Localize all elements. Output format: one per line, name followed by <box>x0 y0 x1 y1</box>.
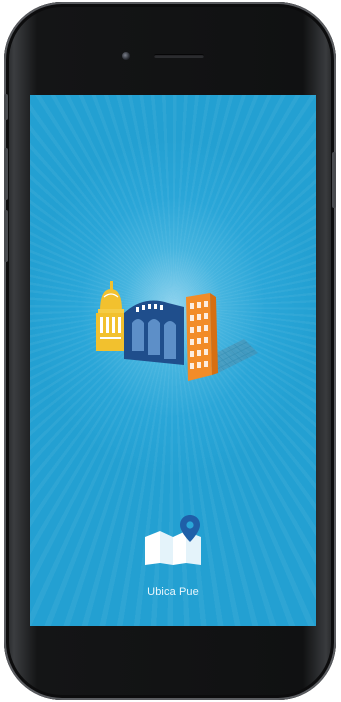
mute-switch <box>4 94 8 120</box>
arched-building <box>124 300 184 365</box>
app-name-label: Ubica Pue <box>147 586 199 598</box>
map-pin-logo-icon <box>145 515 201 565</box>
earpiece-speaker <box>154 54 204 58</box>
front-camera <box>122 52 130 60</box>
volume-up-button <box>4 148 8 200</box>
dome-building <box>96 281 126 351</box>
city-buildings-illustration <box>96 281 258 381</box>
phone-frame: Ubica Pue <box>4 2 336 700</box>
volume-down-button <box>4 210 8 262</box>
tower-building <box>186 293 218 381</box>
power-button <box>332 152 336 208</box>
splash-screen: Ubica Pue <box>30 95 316 626</box>
